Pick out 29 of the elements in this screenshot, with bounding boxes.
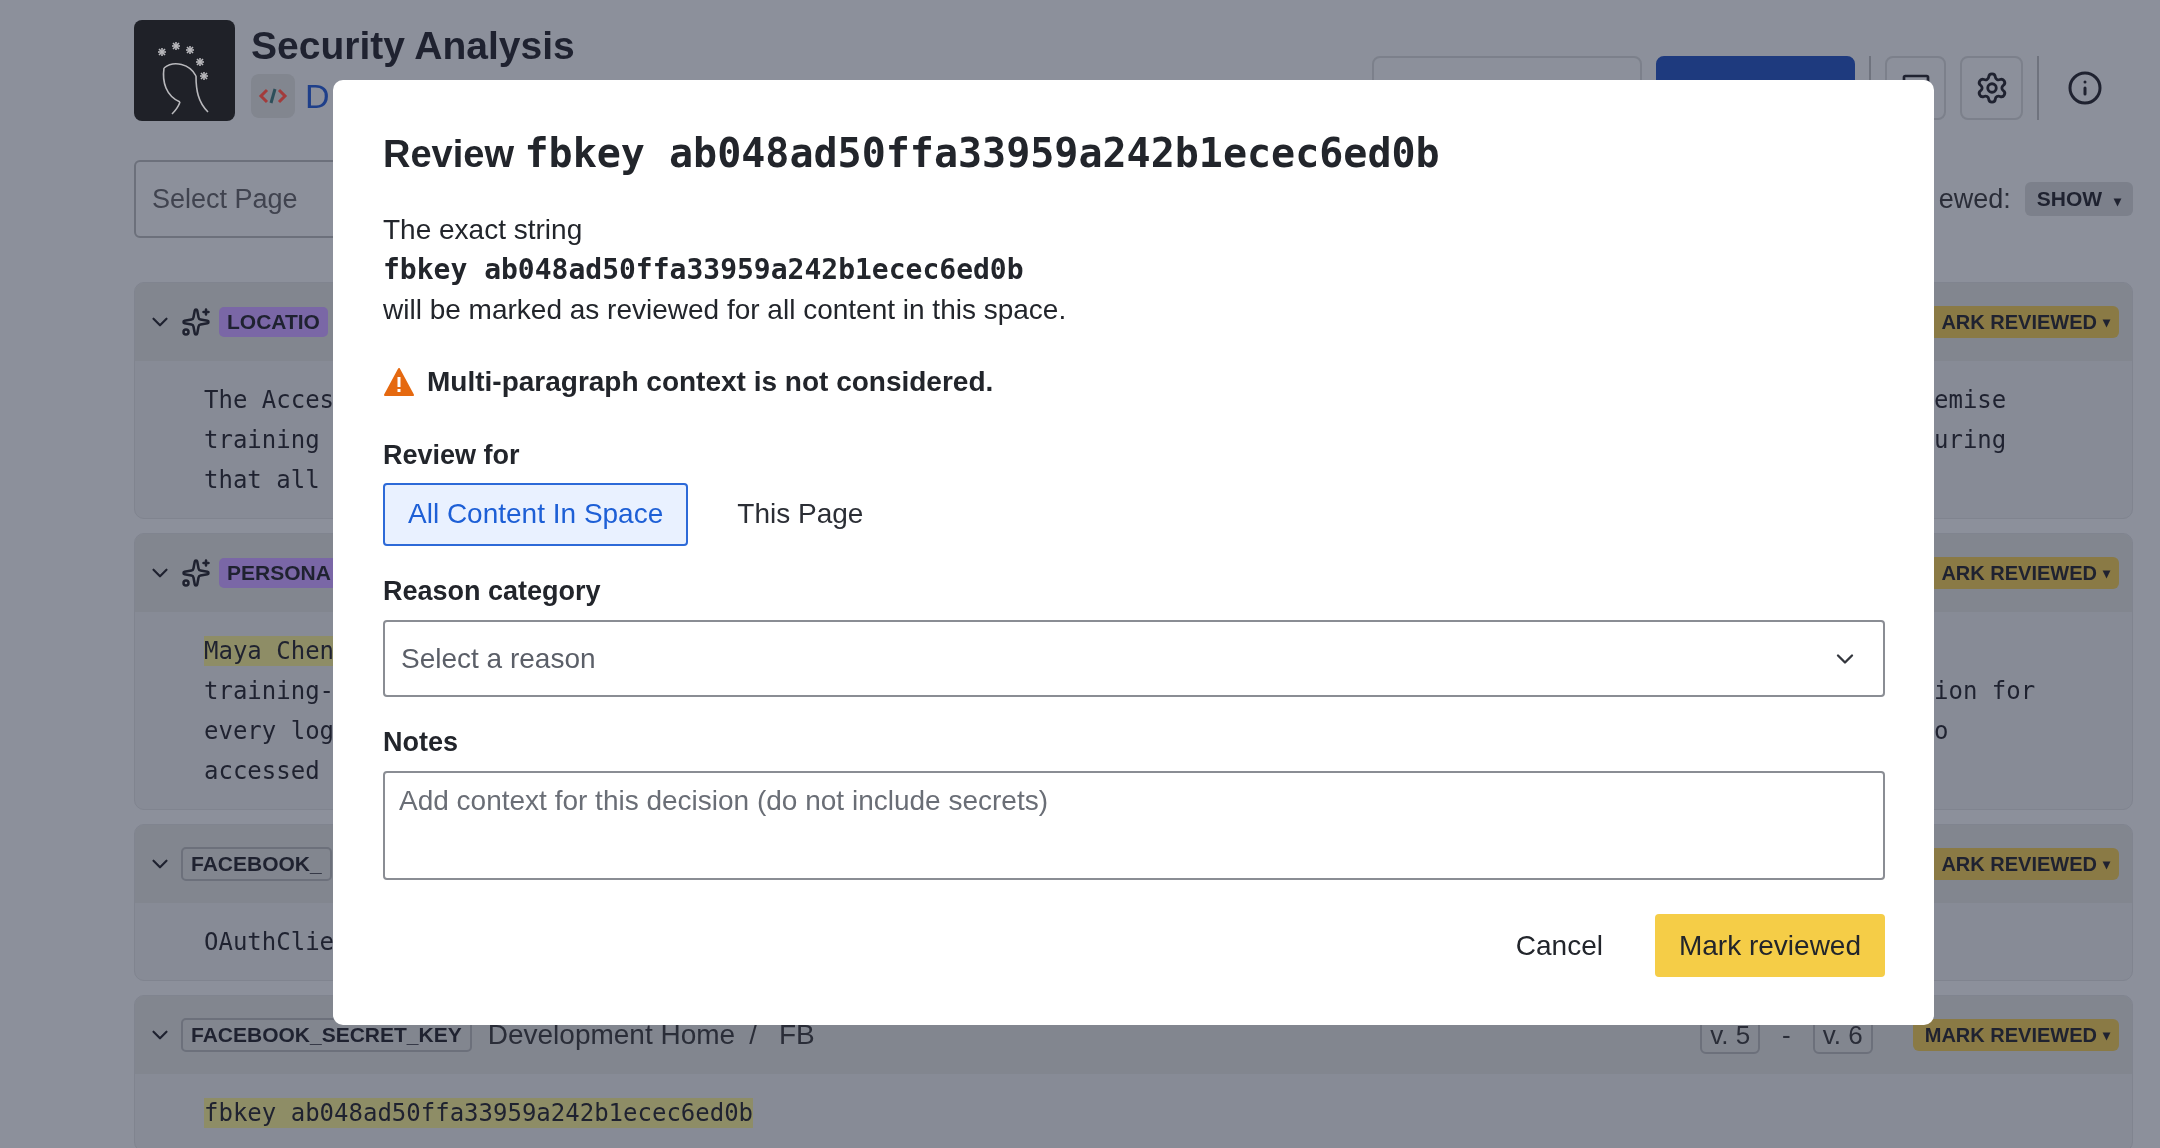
highlighted-text: Maya Chen [204, 636, 335, 666]
field-label: Review for [383, 438, 521, 472]
dialog-title: Review fbkey ab048ad50ffa33959a242b1ecec6ed0b [383, 129, 1441, 178]
code-line: accessed [204, 756, 320, 787]
field-label: Reason category [383, 574, 602, 608]
version-dash: - [1782, 1019, 1791, 1051]
location-text: FB [778, 1019, 815, 1051]
code-line: uring [1934, 425, 2007, 456]
finding-tag: LOCATIO [219, 307, 328, 337]
finding-tag: FACEBOOK_ [181, 847, 332, 881]
warning-text: Multi-paragraph context is not considered. [427, 365, 994, 398]
code-line: The Acces [204, 385, 335, 416]
intro-text: The exact string [383, 213, 584, 247]
code-line: every log [204, 716, 335, 747]
description-text: will be marked as reviewed for all content in this space. [383, 293, 1068, 327]
field-label: Notes [383, 726, 459, 760]
code-line: emise [1934, 385, 2007, 416]
code-text: fbkey ab048ad50ffa33959a242b1ecec6ed0b [383, 252, 1025, 288]
highlighted-text: fbkey ab048ad50ffa33959a242b1ecec6ed0b [204, 1098, 754, 1128]
code-line: that all [204, 465, 320, 496]
location-text: Development Home [487, 1019, 736, 1051]
code-line: OAuthClie [204, 927, 335, 958]
page-title: Security Analysis [251, 23, 575, 69]
code-line: training [204, 425, 320, 456]
breadcrumb-separator: / [749, 1019, 757, 1051]
code-line: o [1934, 716, 1949, 747]
code-line: ion for [1934, 676, 2036, 707]
code-line: training- [204, 676, 335, 707]
reviewed-label: ewed: [1938, 183, 2011, 215]
